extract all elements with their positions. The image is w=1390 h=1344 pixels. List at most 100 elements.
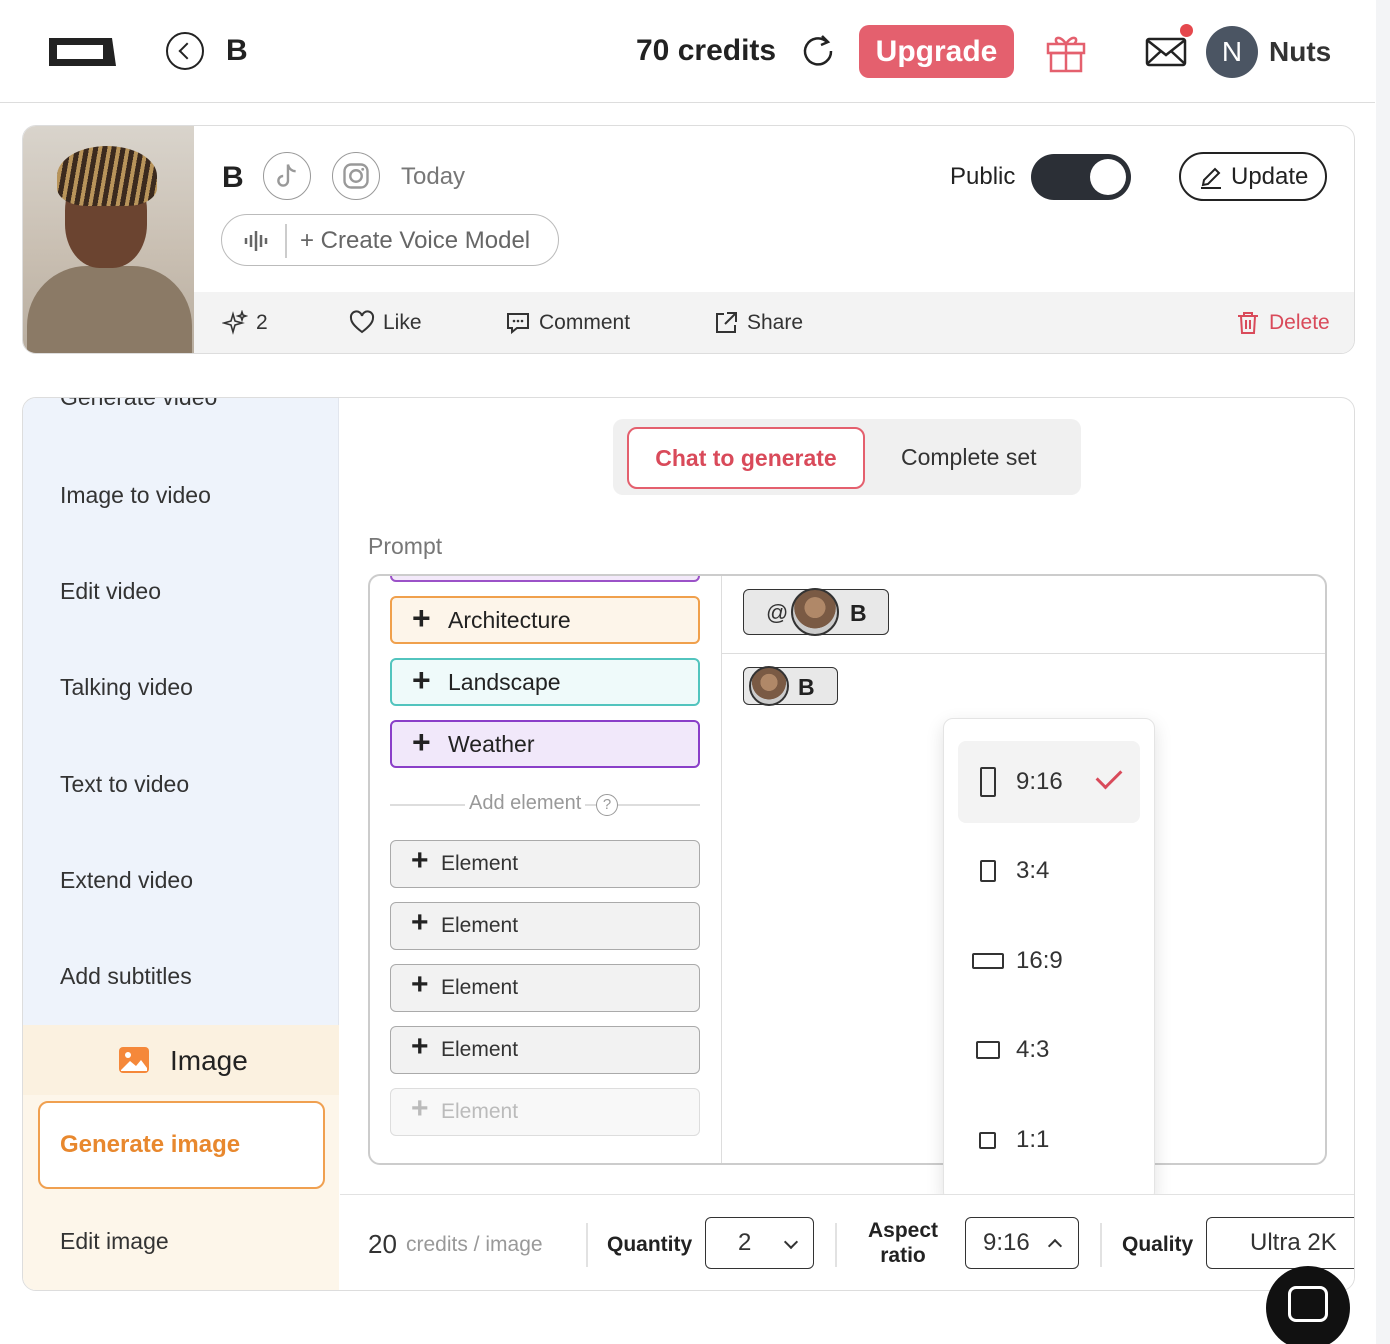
prompt-label: Prompt bbox=[368, 533, 443, 559]
create-voice-model-button[interactable]: + Create Voice Model bbox=[221, 214, 559, 266]
trash-icon bbox=[1238, 312, 1258, 334]
element-tag-hidden[interactable] bbox=[390, 576, 700, 582]
tag-weather[interactable]: Weather bbox=[390, 720, 700, 768]
chevron-up-icon bbox=[1047, 1238, 1063, 1254]
generations-count[interactable]: 2 bbox=[222, 309, 268, 337]
comment-button[interactable]: Comment bbox=[505, 309, 630, 337]
gift-icon[interactable] bbox=[1044, 30, 1088, 74]
add-element-button[interactable]: Element bbox=[390, 962, 700, 1012]
credits-count: 70 credits bbox=[636, 34, 777, 67]
user-name[interactable]: Nuts bbox=[1269, 36, 1331, 68]
image-section-title: Image bbox=[170, 1045, 248, 1076]
aspect-ratio-select[interactable]: 9:16 bbox=[965, 1217, 1079, 1269]
profile-name: B bbox=[222, 161, 244, 194]
sidebar-item-edit-video[interactable]: Edit video bbox=[60, 578, 161, 605]
sidebar-item-image-to-video[interactable]: Image to video bbox=[60, 482, 211, 509]
share-icon bbox=[716, 312, 737, 333]
aspect-option-16-9[interactable]: 16:9 bbox=[958, 920, 1140, 1002]
add-element-button[interactable]: Element bbox=[390, 900, 700, 950]
character-chip[interactable]: B bbox=[743, 666, 838, 706]
aspect-option-3-4[interactable]: 3:4 bbox=[958, 830, 1140, 912]
tab-chat-to-generate[interactable]: Chat to generate bbox=[627, 427, 865, 489]
tag-architecture[interactable]: Architecture bbox=[390, 596, 700, 644]
chevron-down-icon bbox=[783, 1234, 799, 1250]
create-voice-model-label: + Create Voice Model bbox=[300, 227, 531, 254]
notification-dot bbox=[1180, 24, 1193, 37]
public-toggle[interactable] bbox=[1031, 154, 1131, 200]
chip-avatar bbox=[791, 588, 839, 636]
sidebar-item-generate-image[interactable]: Generate image bbox=[38, 1101, 325, 1189]
add-element-button[interactable]: Element bbox=[390, 838, 700, 888]
page-title: B bbox=[226, 34, 248, 67]
aspect-option-4-3[interactable]: 4:3 bbox=[958, 1009, 1140, 1091]
share-button[interactable]: Share bbox=[713, 309, 803, 337]
sidebar-item-talking-video[interactable]: Talking video bbox=[60, 674, 193, 701]
quality-label: Quality bbox=[1122, 1233, 1194, 1256]
upgrade-button[interactable]: Upgrade bbox=[859, 25, 1014, 78]
portrait-icon bbox=[980, 767, 996, 797]
add-element-button[interactable]: Element bbox=[390, 1024, 700, 1074]
tiktok-icon[interactable] bbox=[263, 152, 311, 200]
profile-action-bar: 2 Like Comment Share Delete bbox=[194, 292, 1354, 353]
sidebar-item-edit-image[interactable]: Edit image bbox=[60, 1228, 169, 1255]
profile-card: B Today + Create Voice Model Public Upda… bbox=[22, 125, 1355, 354]
profile-date: Today bbox=[401, 163, 466, 190]
prompt-editor: Architecture Landscape Weather Add eleme… bbox=[368, 574, 1327, 1165]
portrait-icon bbox=[980, 860, 996, 882]
mail-icon[interactable] bbox=[1145, 36, 1187, 68]
refresh-icon[interactable] bbox=[800, 33, 836, 69]
tag-landscape[interactable]: Landscape bbox=[390, 658, 700, 706]
help-icon[interactable]: ? bbox=[596, 794, 618, 816]
aspect-ratio-dropdown[interactable]: 9:16 3:4 16:9 4:3 1:1 bbox=[943, 718, 1155, 1202]
aspect-option-1-1[interactable]: 1:1 bbox=[958, 1099, 1140, 1181]
update-button[interactable]: Update bbox=[1179, 152, 1327, 201]
mention-chip[interactable]: @ B bbox=[743, 588, 889, 636]
sidebar-item-extend-video[interactable]: Extend video bbox=[60, 867, 193, 894]
quality-select[interactable]: Ultra 2K bbox=[1206, 1217, 1354, 1269]
audio-wave-icon bbox=[244, 231, 268, 251]
aspect-ratio-label: Aspect ratio bbox=[867, 1219, 939, 1267]
generator-panel: Generate video Image to video Edit video… bbox=[22, 397, 1355, 1291]
sidebar-item-add-subtitles[interactable]: Add subtitles bbox=[60, 963, 192, 990]
divider bbox=[285, 224, 287, 258]
heart-icon bbox=[349, 310, 375, 334]
cost-unit: credits / image bbox=[406, 1233, 543, 1256]
like-button[interactable]: Like bbox=[349, 309, 422, 337]
page-scrollbar[interactable] bbox=[1376, 0, 1390, 1344]
at-symbol: @ bbox=[766, 600, 789, 625]
add-element-label: Add element bbox=[465, 792, 586, 815]
tool-sidebar[interactable]: Generate video Image to video Edit video… bbox=[23, 398, 339, 1290]
update-label: Update bbox=[1231, 163, 1309, 190]
instagram-icon[interactable] bbox=[332, 152, 380, 200]
aspect-option-9-16[interactable]: 9:16 bbox=[958, 741, 1140, 823]
square-icon bbox=[979, 1132, 996, 1149]
user-avatar[interactable]: N bbox=[1206, 26, 1258, 78]
quantity-select[interactable]: 2 bbox=[705, 1217, 814, 1269]
comment-icon bbox=[507, 313, 529, 335]
chat-icon bbox=[1288, 1286, 1328, 1322]
image-section: Image Generate image Edit image bbox=[23, 1025, 339, 1290]
public-label: Public bbox=[950, 163, 1016, 190]
sparkle-icon bbox=[222, 310, 248, 335]
checkmark-icon bbox=[1095, 762, 1123, 790]
logo-icon[interactable] bbox=[48, 35, 118, 69]
divider bbox=[586, 1223, 588, 1267]
sidebar-item-generate-video[interactable]: Generate video bbox=[60, 398, 217, 411]
sidebar-item-text-to-video[interactable]: Text to video bbox=[60, 771, 189, 798]
top-bar: B 70 credits Upgrade N Nuts bbox=[0, 0, 1375, 103]
support-chat-button[interactable] bbox=[1266, 1266, 1350, 1344]
mode-switch: Chat to generate Complete set bbox=[613, 419, 1081, 495]
cost-number: 20 bbox=[368, 1229, 397, 1259]
pencil-icon bbox=[1201, 167, 1221, 189]
mention-chip-row[interactable]: @ B bbox=[722, 576, 1325, 654]
toggle-knob bbox=[1090, 159, 1126, 195]
chip-avatar bbox=[749, 666, 789, 706]
tab-complete-set[interactable]: Complete set bbox=[901, 444, 1037, 471]
quantity-label: Quantity bbox=[607, 1233, 693, 1256]
delete-button[interactable]: Delete bbox=[1235, 309, 1330, 337]
image-section-header: Image bbox=[23, 1025, 339, 1095]
back-icon[interactable] bbox=[166, 32, 204, 70]
element-list[interactable]: Architecture Landscape Weather Add eleme… bbox=[370, 576, 722, 1163]
profile-photo bbox=[23, 126, 194, 353]
chip-name: B bbox=[850, 600, 867, 626]
